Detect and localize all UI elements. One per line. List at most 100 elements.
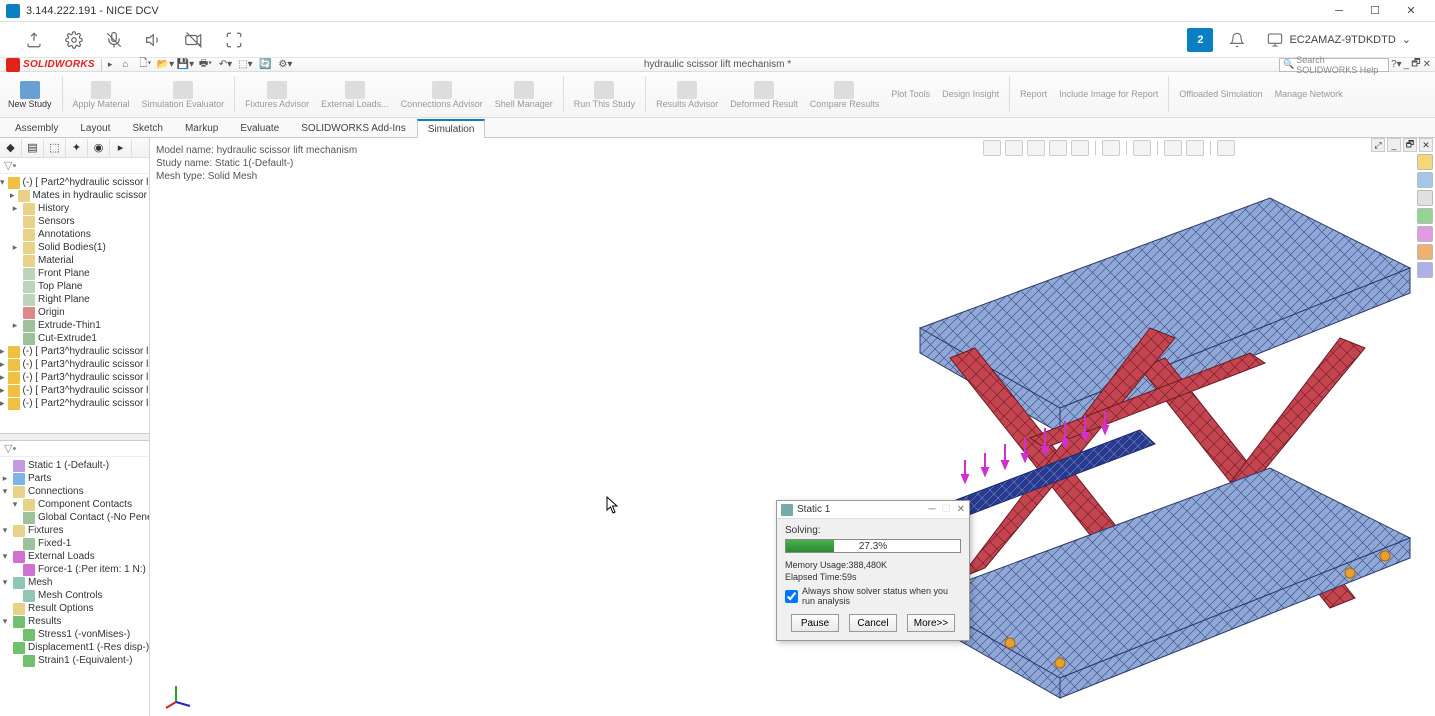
fm-tab-5[interactable]: ◉ — [88, 139, 110, 157]
tree-node[interactable]: ▾Fixtures — [0, 524, 149, 537]
dcv-fullscreen-icon[interactable] — [216, 26, 252, 54]
tree-node[interactable]: Top Plane — [0, 280, 149, 293]
sw-minimize-button[interactable]: _ — [1404, 59, 1410, 70]
solver-cancel-button[interactable]: Cancel — [849, 614, 897, 632]
ribbon-new-study[interactable]: New Study — [4, 74, 56, 116]
qat-rebuild-icon[interactable]: 🔄 — [256, 57, 274, 73]
dcv-mic-muted-icon[interactable] — [96, 26, 132, 54]
window-minimize-button[interactable]: ─ — [1321, 0, 1357, 22]
feature-tree-model[interactable]: ▾(-) [ Part2^hydraulic scissor lift m...… — [0, 174, 149, 433]
qat-home-icon[interactable]: ⌂ — [116, 57, 134, 73]
ribbon-deformed-result[interactable]: Deformed Result — [726, 74, 802, 116]
qat-new-icon[interactable]: 🗋▾ — [136, 57, 154, 73]
viewport-close-icon[interactable]: ✕ — [1419, 138, 1433, 152]
view-appearance-icon[interactable] — [1164, 140, 1182, 156]
dcv-user-menu[interactable]: EC2AMAZ-9TDKDTD ⌄ — [1259, 32, 1419, 48]
feature-tree-study[interactable]: Static 1 (-Default-)▸Parts▾Connections▾C… — [0, 457, 149, 716]
tree-node[interactable]: ▸(-) [ Part3^hydraulic scissor lift m... — [0, 358, 149, 371]
view-zoom-area-icon[interactable] — [1005, 140, 1023, 156]
tree-node[interactable]: Strain1 (-Equivalent-) — [0, 654, 149, 667]
ribbon-sim-evaluator[interactable]: Simulation Evaluator — [138, 74, 229, 116]
solver-more-button[interactable]: More>> — [907, 614, 955, 632]
tree-node[interactable]: Material — [0, 254, 149, 267]
fm-tab-1[interactable]: ◆ — [0, 139, 22, 157]
tree-node[interactable]: Origin — [0, 306, 149, 319]
view-display-style-icon[interactable] — [1102, 140, 1120, 156]
tab-addins[interactable]: SOLIDWORKS Add-Ins — [290, 119, 416, 137]
tree-node[interactable]: Cut-Extrude1 — [0, 332, 149, 345]
fm-tab-3[interactable]: ⬚ — [44, 139, 66, 157]
tree-node[interactable]: Static 1 (-Default-) — [0, 459, 149, 472]
tab-markup[interactable]: Markup — [174, 119, 229, 137]
solver-minimize-button[interactable]: ─ — [929, 504, 936, 515]
help-dropdown-icon[interactable]: ?▾ — [1391, 59, 1402, 70]
qat-options-icon[interactable]: ⚙▾ — [276, 57, 294, 73]
qat-open-icon[interactable]: 📂▾ — [156, 57, 174, 73]
ribbon-fixtures-advisor[interactable]: Fixtures Advisor — [241, 74, 313, 116]
ribbon-external-loads[interactable]: External Loads... — [317, 74, 393, 116]
dcv-camera-off-icon[interactable] — [176, 26, 212, 54]
fm-tab-4[interactable]: ✦ — [66, 139, 88, 157]
tree-node[interactable]: ▸Solid Bodies(1) — [0, 241, 149, 254]
tree-node[interactable]: ▸(-) [ Part3^hydraulic scissor lift m... — [0, 371, 149, 384]
tab-sketch[interactable]: Sketch — [121, 119, 174, 137]
tree-node[interactable]: ▸Mates in hydraulic scissor lift — [0, 189, 149, 202]
tree-node[interactable]: Stress1 (-vonMises-) — [0, 628, 149, 641]
view-prev-icon[interactable] — [1027, 140, 1045, 156]
viewport-restore-icon[interactable]: 🗗 — [1403, 138, 1417, 152]
view-hide-show-icon[interactable] — [1133, 140, 1151, 156]
ribbon-offloaded-sim[interactable]: Offloaded Simulation — [1175, 74, 1266, 116]
tree-node[interactable]: ▸Parts — [0, 472, 149, 485]
ribbon-design-insight[interactable]: Design Insight — [938, 74, 1003, 116]
dcv-settings-icon[interactable] — [56, 26, 92, 54]
sw-restore-button[interactable]: 🗗 — [1411, 56, 1420, 73]
ribbon-run-study[interactable]: Run This Study — [570, 74, 639, 116]
view-orientation-icon[interactable] — [1071, 140, 1089, 156]
window-close-button[interactable]: ✕ — [1393, 0, 1429, 22]
tree-node[interactable]: ▾Mesh — [0, 576, 149, 589]
tree-node[interactable]: Result Options — [0, 602, 149, 615]
tree-node[interactable]: Fixed-1 — [0, 537, 149, 550]
graphics-viewport[interactable]: Model name: hydraulic scissor lift mecha… — [150, 138, 1435, 716]
dcv-notification-badge[interactable]: 2 — [1187, 28, 1213, 52]
tree-node[interactable]: ▾Results — [0, 615, 149, 628]
fm-tab-2[interactable]: ▤ — [22, 139, 44, 157]
fm-tab-6[interactable]: ▸ — [110, 139, 132, 157]
solver-pause-button[interactable]: Pause — [791, 614, 839, 632]
qat-save-icon[interactable]: 💾▾ — [176, 57, 194, 73]
tree-node[interactable]: ▸(-) [ Part3^hydraulic scissor lift m... — [0, 384, 149, 397]
dcv-bell-icon[interactable] — [1219, 26, 1255, 54]
study-filter-icon[interactable]: ▽• — [0, 441, 149, 457]
ribbon-shell-manager[interactable]: Shell Manager — [491, 74, 557, 116]
viewport-expand-icon[interactable]: ⤢ — [1371, 138, 1385, 152]
tree-node[interactable]: Displacement1 (-Res disp-) — [0, 641, 149, 654]
view-scene-icon[interactable] — [1186, 140, 1204, 156]
tab-assembly[interactable]: Assembly — [4, 119, 69, 137]
tree-node[interactable]: ▸(-) [ Part3^hydraulic scissor lift m... — [0, 345, 149, 358]
ribbon-results-advisor[interactable]: Results Advisor — [652, 74, 722, 116]
tab-simulation[interactable]: Simulation — [417, 119, 486, 138]
ribbon-apply-material[interactable]: Apply Material — [69, 74, 134, 116]
search-box[interactable]: 🔍Search SOLIDWORKS Help — [1279, 58, 1389, 72]
orientation-triad[interactable] — [164, 680, 194, 710]
tree-node[interactable]: Force-1 (:Per item: 1 N:) — [0, 563, 149, 576]
tree-node[interactable]: Front Plane — [0, 267, 149, 280]
tab-layout[interactable]: Layout — [69, 119, 121, 137]
tree-node[interactable]: ▾Component Contacts — [0, 498, 149, 511]
menu-dropdown-icon[interactable]: ▸ — [108, 59, 113, 70]
tree-node[interactable]: ▾External Loads — [0, 550, 149, 563]
view-settings-icon[interactable] — [1217, 140, 1235, 156]
qat-undo-icon[interactable]: ↶▾ — [216, 57, 234, 73]
tree-node[interactable]: ▸Extrude-Thin1 — [0, 319, 149, 332]
view-section-icon[interactable] — [1049, 140, 1067, 156]
tree-node[interactable]: Mesh Controls — [0, 589, 149, 602]
ribbon-compare-results[interactable]: Compare Results — [806, 74, 884, 116]
tree-node[interactable]: Sensors — [0, 215, 149, 228]
ribbon-report[interactable]: Report — [1016, 74, 1051, 116]
tree-node[interactable]: ▾(-) [ Part2^hydraulic scissor lift m... — [0, 176, 149, 189]
tab-evaluate[interactable]: Evaluate — [229, 119, 290, 137]
solver-close-button[interactable]: ✕ — [957, 504, 965, 515]
viewport-minimize-icon[interactable]: _ — [1387, 138, 1401, 152]
ribbon-connections-advisor[interactable]: Connections Advisor — [397, 74, 487, 116]
tree-node[interactable]: ▾Connections — [0, 485, 149, 498]
